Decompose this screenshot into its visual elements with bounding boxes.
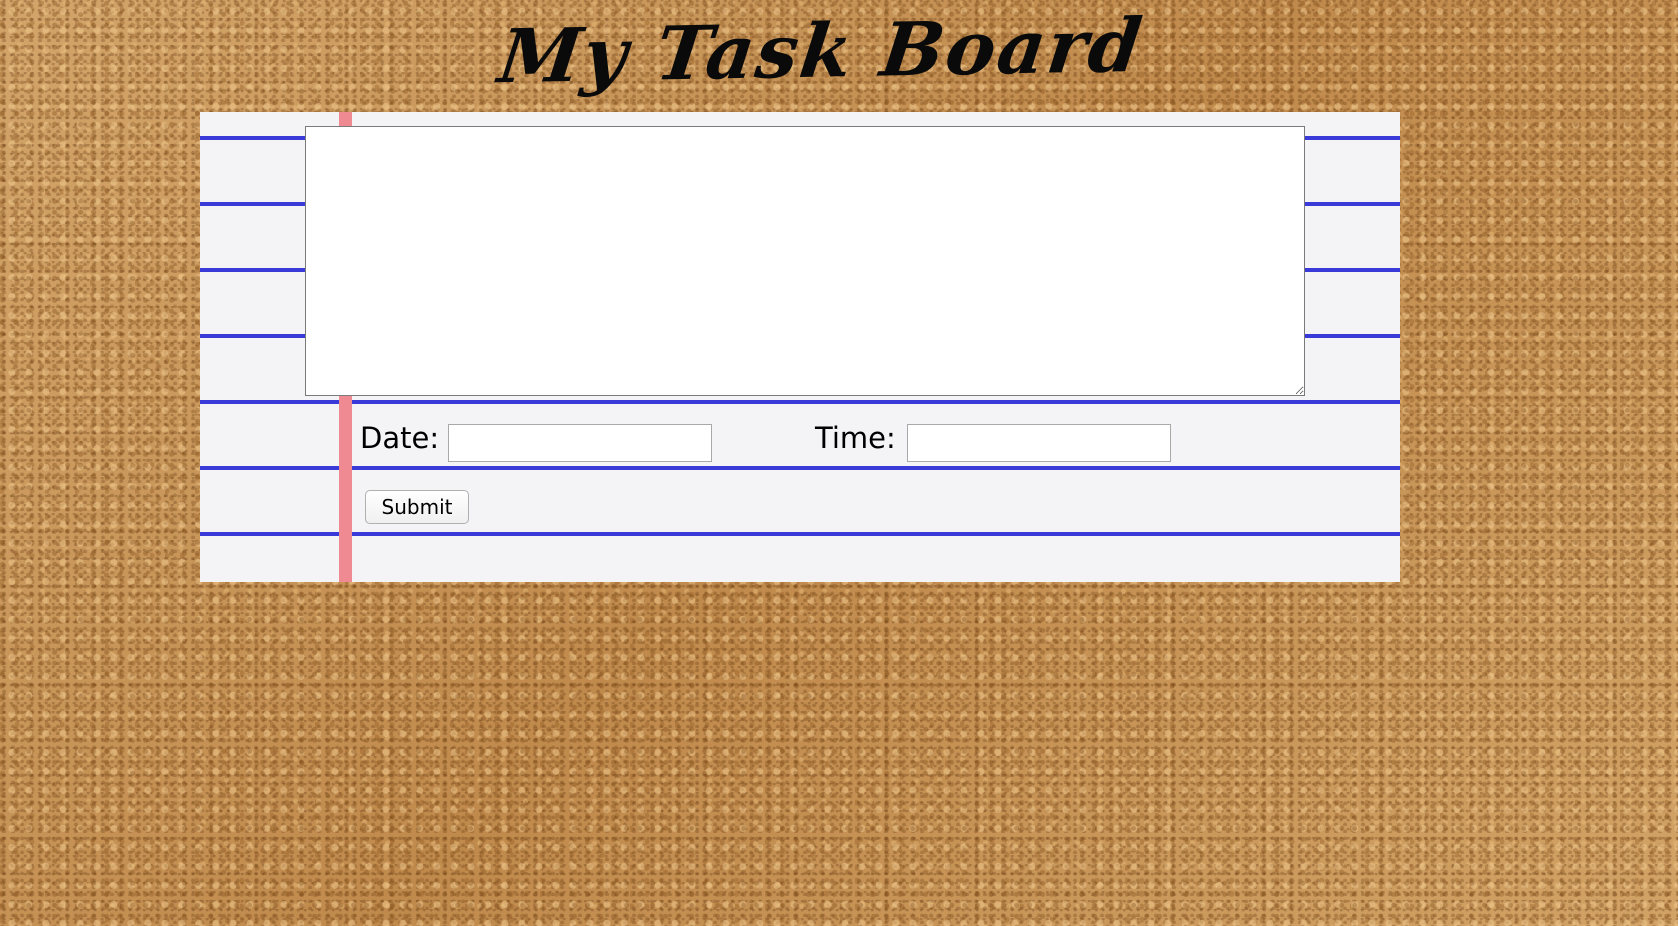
page-title: My Task Board [494, 3, 1148, 101]
date-input[interactable] [448, 424, 712, 462]
notebook-paper: Date: Time: Submit [200, 112, 1400, 582]
task-textarea[interactable] [305, 126, 1305, 396]
submit-button[interactable]: Submit [365, 490, 469, 524]
time-label: Time: [815, 421, 896, 455]
time-input[interactable] [907, 424, 1171, 462]
header: My Task Board [0, 0, 1678, 110]
date-label: Date: [360, 421, 440, 455]
